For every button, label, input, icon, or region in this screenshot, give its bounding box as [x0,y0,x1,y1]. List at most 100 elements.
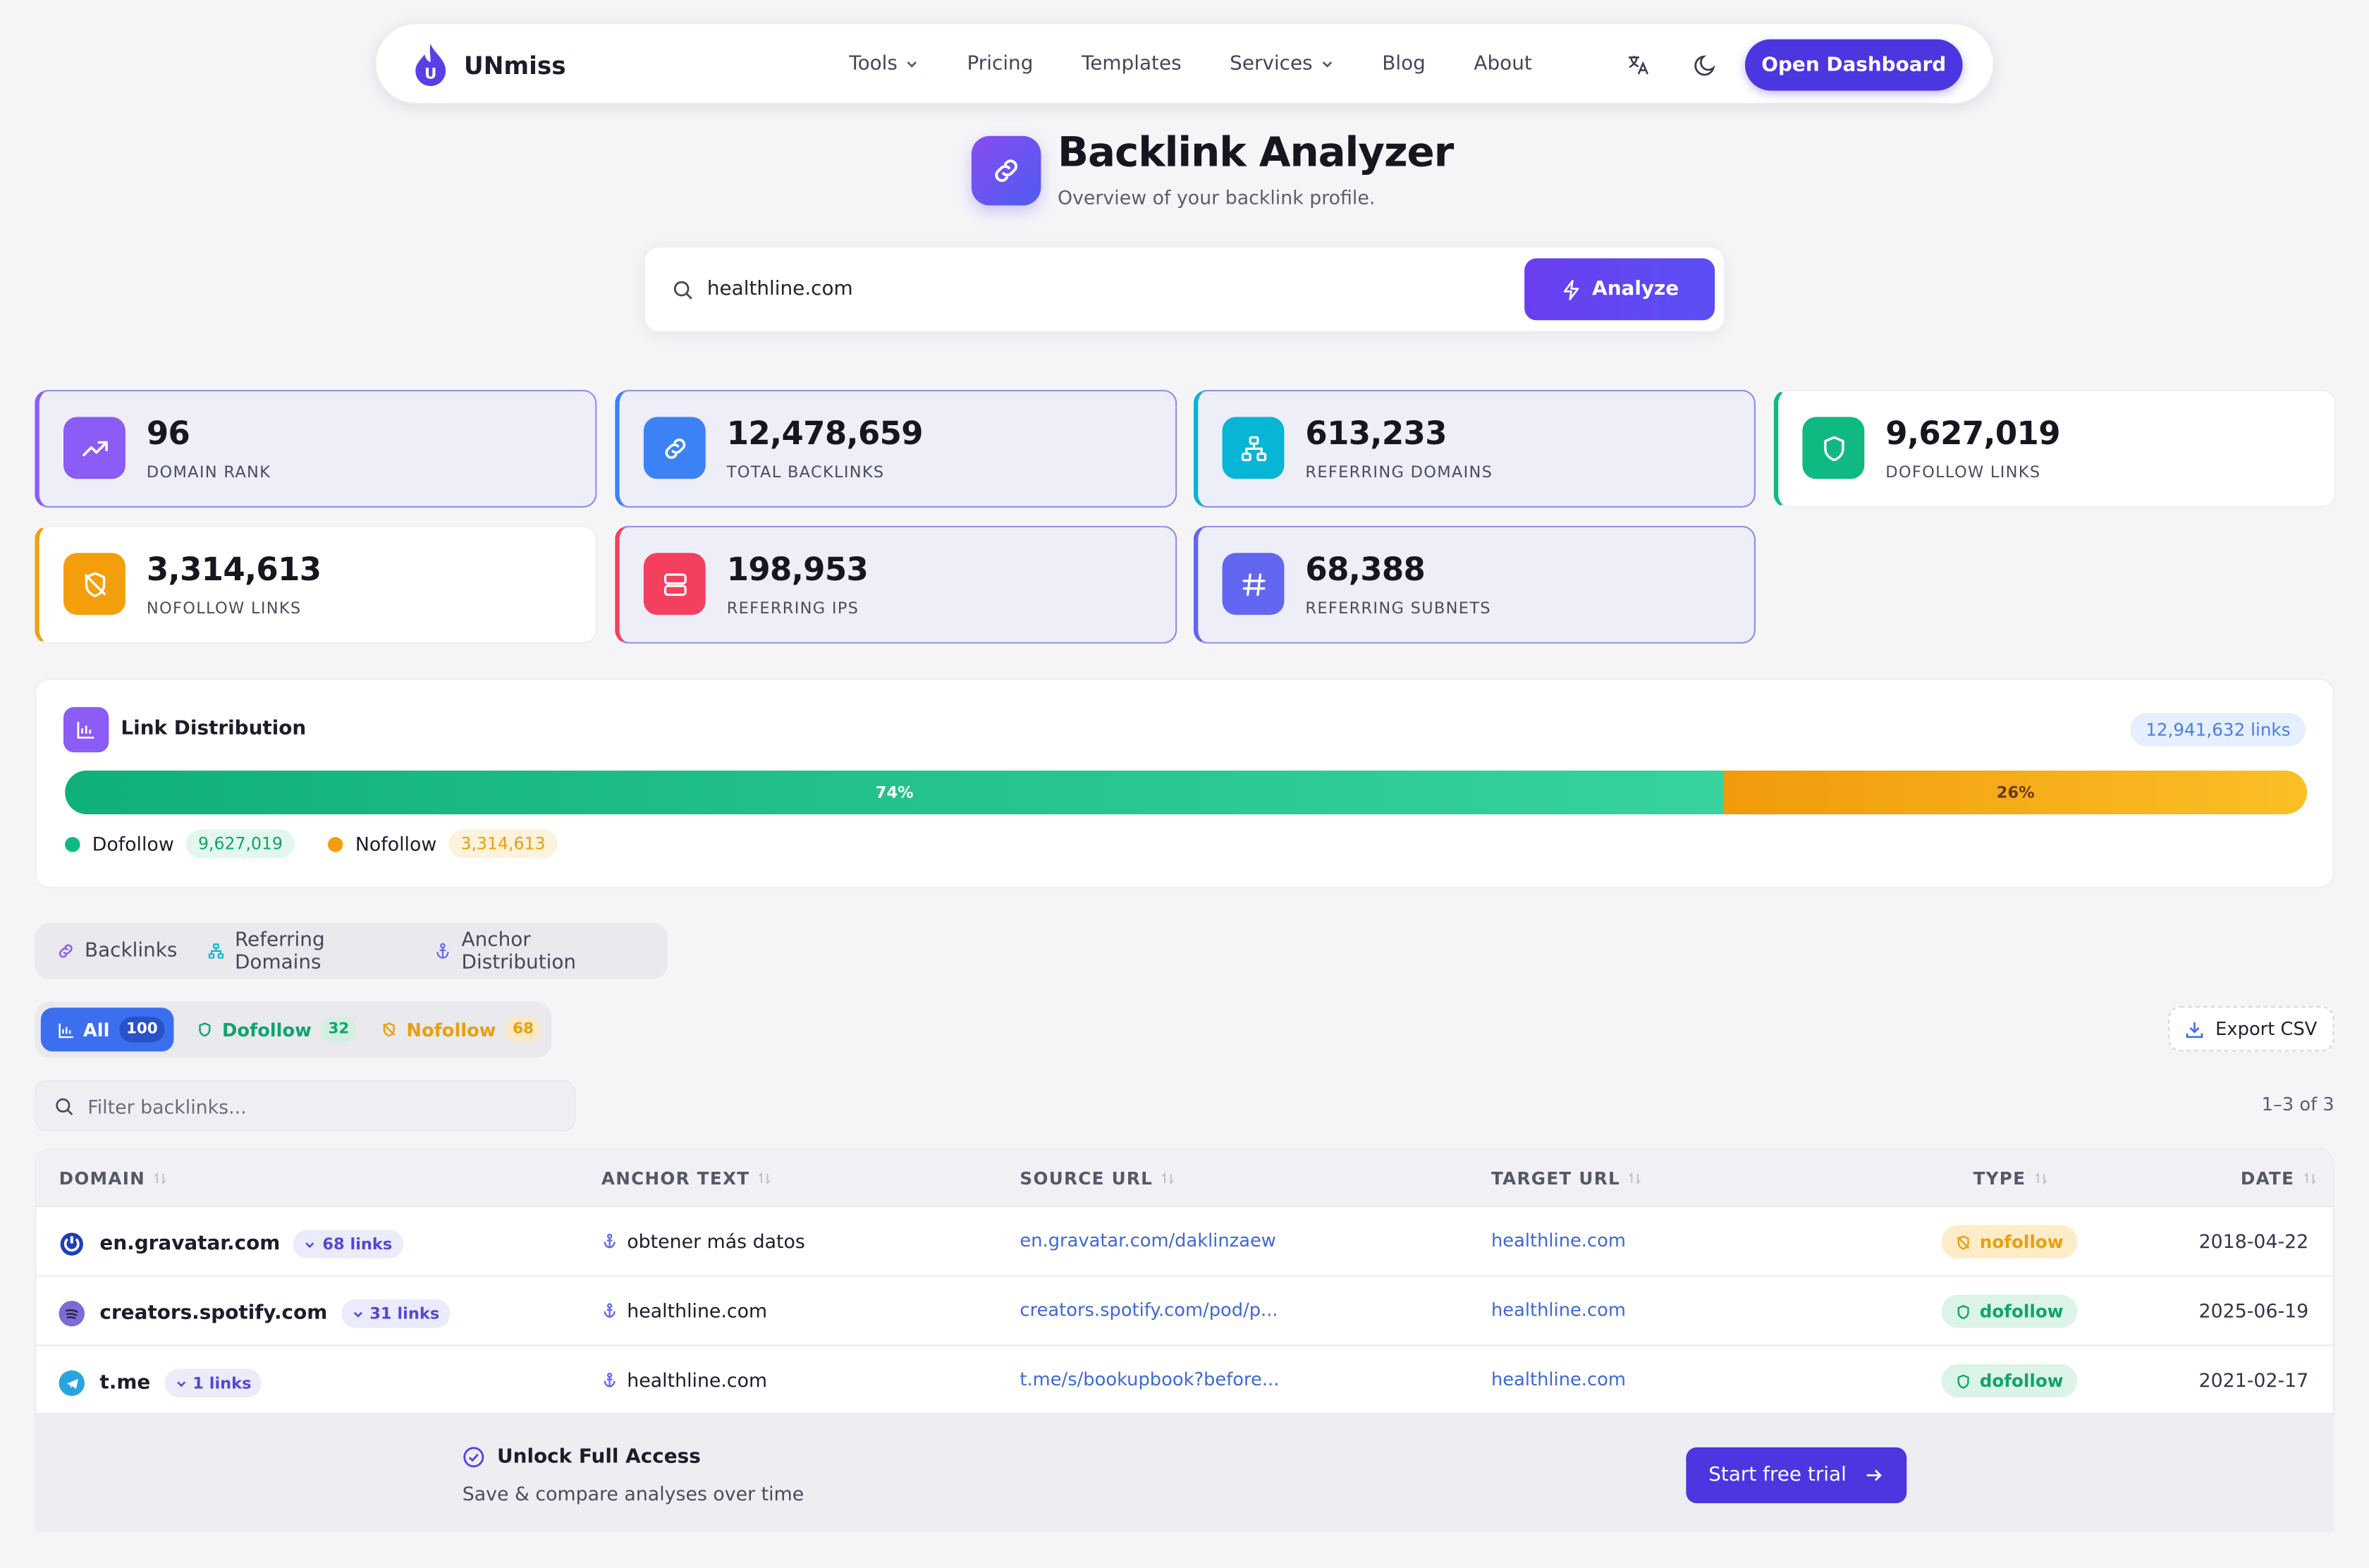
type-badge: dofollow [1941,1364,2078,1398]
chevron-down-icon [907,61,917,68]
shield-icon [1958,1373,1970,1388]
bar-chart-icon [59,1022,73,1038]
stat-label: DOFOLLOW LINKS [1885,463,2041,482]
domain-cell: en.gravatar.com 68 links [59,1230,403,1258]
tab-anchor-distribution[interactable]: Anchor Distribution [434,929,637,974]
anchor-text: obtener más datos [627,1230,805,1253]
column-date[interactable]: DATE [2241,1168,2318,1189]
target-url-link[interactable]: healthline.com [1491,1299,1626,1321]
domain-name[interactable]: creators.spotify.com [99,1302,327,1325]
sort-icon [1162,1172,1174,1185]
tab-referring-domains[interactable]: Referring Domains [207,929,404,974]
nav-item-tools[interactable]: Tools [849,53,919,75]
nav-item-label: Tools [849,53,898,76]
brand-logo[interactable]: U UNmiss [412,42,566,87]
check-circle-icon [463,1447,484,1468]
domain-name[interactable]: en.gravatar.com [99,1233,280,1256]
anchor-cell: healthline.com [601,1368,767,1392]
link-icon [643,417,706,479]
open-dashboard-button[interactable]: Open Dashboard [1745,39,1963,91]
filter-all[interactable]: All 100 [40,1007,174,1052]
type-label: nofollow [1979,1231,2064,1253]
svg-text:U: U [424,65,436,82]
trial-button-label: Start free trial [1708,1464,1847,1487]
link-count: 68 links [322,1235,393,1254]
filter-nofollow[interactable]: Nofollow 68 [381,1007,541,1051]
chevron-down-icon [176,1380,185,1387]
link-count-badge[interactable]: 1 links [164,1368,262,1398]
export-csv-button[interactable]: Export CSV [2168,1006,2334,1052]
unlock-title-text: Unlock Full Access [497,1445,701,1469]
nav-item-services[interactable]: Services [1230,53,1333,75]
domain-search-input[interactable]: healthline.com [707,278,853,300]
nofollow-count: 3,314,613 [448,829,558,859]
nav-item-templates[interactable]: Templates [1082,53,1182,75]
filter-count: 32 [320,1017,357,1043]
domain-cell: t.me 1 links [59,1368,262,1398]
table-row[interactable]: en.gravatar.com 68 links obtener más dat… [36,1207,2333,1277]
source-url-link[interactable]: t.me/s/bookupbook?before... [1020,1368,1279,1390]
shield-icon [199,1022,211,1037]
anchor-icon [604,1303,616,1318]
link-icon [971,135,1041,206]
column-type[interactable]: TYPE [1973,1168,2049,1189]
table-row[interactable]: t.me 1 links healthline.com t.me/s/booku… [36,1346,2332,1412]
filter-label: Dofollow [222,1019,312,1041]
flame-logo-icon: U [415,44,446,87]
domain-name[interactable]: t.me [99,1372,150,1395]
link-count: 1 links [192,1373,252,1392]
target-url-link[interactable]: healthline.com [1491,1230,1626,1251]
type-label: dofollow [1979,1301,2064,1322]
stat-label: TOTAL BACKLINKS [726,463,885,482]
page-subtitle: Overview of your backlink profile. [1058,185,1376,209]
anchor-cell: obtener más datos [601,1230,805,1252]
tab-backlinks[interactable]: Backlinks [56,940,177,962]
column-target-url[interactable]: TARGET URL [1491,1168,1643,1189]
total-links-badge: 12,941,632 links [2130,713,2306,747]
filter-dofollow[interactable]: Dofollow 32 [197,1007,357,1051]
nav-item-about[interactable]: About [1474,53,1531,75]
search-icon [673,281,692,300]
sort-icon [1629,1172,1641,1185]
pagination-info: 1–3 of 3 [2261,1094,2334,1115]
filter-count: 100 [118,1017,166,1043]
table-row[interactable]: creators.spotify.com 31 links healthline… [36,1277,2333,1347]
stat-value: 9,627,019 [1885,415,2060,452]
stat-card-referring-subnets: 68,388 REFERRING SUBNETS [1193,525,1756,644]
anchor-text: healthline.com [627,1299,768,1322]
sort-icon [154,1172,166,1185]
anchor-cell: healthline.com [601,1299,767,1322]
type-badge: dofollow [1941,1294,2078,1328]
shield-off-icon [1957,1235,1970,1249]
date-cell: 2018-04-22 [2198,1230,2309,1253]
target-url-link[interactable]: healthline.com [1491,1368,1626,1390]
stat-value: 96 [146,415,190,452]
nav-item-label: Services [1230,53,1313,76]
stat-card-domain-rank: 96 DOMAIN RANK [35,389,597,508]
nav-item-pricing[interactable]: Pricing [967,53,1033,75]
column-source-url[interactable]: SOURCE URL [1020,1168,1175,1189]
source-url-link[interactable]: creators.spotify.com/pod/p... [1020,1299,1278,1321]
filter-backlinks-input[interactable]: Filter backlinks... [35,1080,576,1132]
translate-icon[interactable] [1626,53,1650,77]
source-url-link[interactable]: en.gravatar.com/daklinzaew [1020,1230,1275,1251]
column-label: TYPE [1973,1168,2026,1189]
unlock-subtitle: Save & compare analyses over time [462,1482,804,1505]
chevron-down-icon [1322,61,1332,68]
column-domain[interactable]: DOMAIN [59,1168,169,1189]
link-count-badge[interactable]: 68 links [293,1230,403,1258]
link-count-badge[interactable]: 31 links [341,1299,451,1328]
stat-card-referring-ips: 198,953 REFERRING IPS [615,525,1177,644]
nofollow-legend-label: Nofollow [355,832,437,855]
network-icon [1222,417,1285,479]
nofollow-segment: 26% [1724,770,2308,814]
analyze-button[interactable]: Analyze [1524,258,1715,321]
moon-icon[interactable] [1694,53,1718,77]
chevron-down-icon [353,1311,362,1317]
start-free-trial-button[interactable]: Start free trial [1686,1447,1907,1504]
table-header: DOMAIN ANCHOR TEXT SOURCE URL TARGET URL… [36,1149,2333,1208]
type-badge: nofollow [1941,1225,2078,1258]
network-icon [209,943,224,959]
column-anchor-text[interactable]: ANCHOR TEXT [601,1168,773,1189]
nav-item-blog[interactable]: Blog [1382,53,1426,75]
